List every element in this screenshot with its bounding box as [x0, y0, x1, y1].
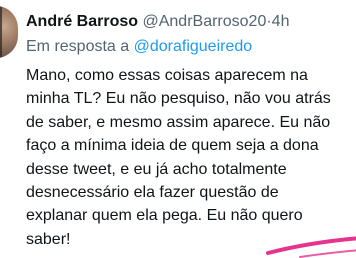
avatar[interactable] [0, 6, 18, 58]
tweet-header: André Barroso @AndrBarroso20·4h [26, 12, 289, 32]
author-handle[interactable]: @AndrBarroso20 [142, 13, 266, 30]
tweet-text-line: faço a mínima ideia de quem seja a dona [26, 137, 319, 155]
tweet-time[interactable]: 4h [272, 13, 290, 30]
author-name[interactable]: André Barroso [26, 13, 138, 30]
reply-context: Em resposta a @dorafigueiredo [26, 37, 252, 57]
tweet-text: Mano, como essas coisas aparecem na minh… [26, 64, 356, 251]
reply-label: Em resposta a [26, 38, 130, 55]
tweet-text-line: minha TL? Eu não pesquiso, não vou atrás [26, 90, 331, 108]
tweet-text-line: explanar quem ela pega. Eu não quero [26, 207, 303, 225]
tweet-text-line: desse tweet, e eu já acho totalmente [26, 160, 287, 178]
reply-mention-link[interactable]: @dorafigueiredo [134, 38, 253, 55]
tweet-text-line: de saber, e mesmo assim aparece. Eu não [26, 113, 331, 131]
tweet-text-line: saber! [26, 230, 71, 248]
tweet-text-line: desnecessário ela fazer questão de [26, 184, 279, 202]
avatar-shade [0, 6, 2, 58]
tweet-text-line: Mano, como essas coisas aparecem na [26, 67, 308, 84]
